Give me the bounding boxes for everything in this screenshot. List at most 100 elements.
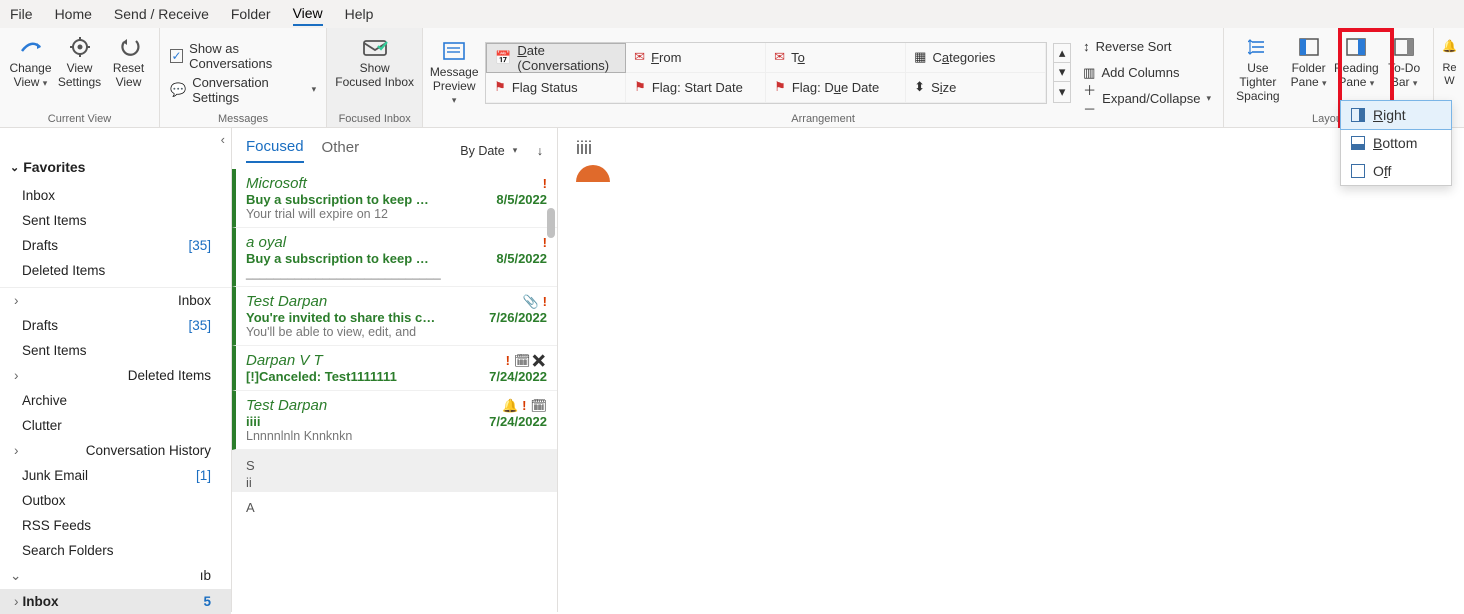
nav-outbox[interactable]: Outbox [0, 488, 231, 513]
arr-flag-due[interactable]: ⚑Flag: Due DateFlag: Due Date [766, 73, 906, 103]
sort-direction-icon[interactable]: ↓ [537, 144, 543, 158]
menu-file[interactable]: File [10, 3, 33, 25]
pane-off-icon [1351, 164, 1365, 178]
add-columns-button[interactable]: ▥ Add Columns [1083, 62, 1211, 84]
mail-item[interactable]: Microsoft!Buy a subscription to keep usi… [232, 169, 557, 228]
mail-sender: Test Darpan [246, 293, 327, 310]
favorites-header[interactable]: ⌄Favorites [0, 151, 231, 183]
folder-pane-button[interactable]: Folder Pane ▾ [1286, 32, 1332, 92]
reading-pane-button[interactable]: Reading Pane ▾ [1331, 32, 1381, 92]
arr-from[interactable]: ✉FromFrom [626, 43, 766, 73]
conversation-settings-button[interactable]: 💬 Conversation Settings ▾ [166, 76, 320, 104]
mail-date: 7/24/2022 [489, 369, 547, 384]
categories-icon: ▦ [914, 49, 926, 65]
arr-to[interactable]: ✉ToTo [766, 43, 906, 73]
fav-drafts[interactable]: Drafts[35] [0, 233, 231, 258]
arr-flag-start[interactable]: ⚑Flag: Start Date [626, 73, 766, 103]
reminders-window-button[interactable]: 🔔 ReW [1440, 32, 1459, 89]
fav-inbox[interactable]: Inbox [0, 183, 231, 208]
menu-view[interactable]: View [293, 2, 323, 26]
tab-focused[interactable]: Focused [246, 138, 304, 163]
scrollbar-thumb[interactable] [547, 208, 555, 238]
reading-pane-right[interactable]: RightRight [1340, 100, 1452, 130]
gear-icon [69, 34, 91, 60]
gallery-more[interactable]: ▾ [1054, 82, 1070, 101]
collapse-nav-icon[interactable]: ‹ [221, 132, 225, 147]
list-tabs: Focused Other By Date ▾ ↓ [232, 128, 557, 163]
nav-conversation-history[interactable]: ›Conversation History [0, 438, 231, 463]
show-focused-inbox-button[interactable]: Show Focused Inbox [333, 32, 416, 92]
reverse-sort-button[interactable]: ↕Reverse Sort [1083, 36, 1211, 58]
mail-item[interactable]: Darpan V T!🗓✖[!]Canceled: Test11111117/2… [232, 346, 557, 391]
arr-flag-status[interactable]: ⚑Flag Status [486, 73, 626, 103]
pane-right-icon [1351, 108, 1365, 122]
change-view-icon [19, 34, 43, 60]
nav-drafts[interactable]: Drafts[35] [0, 313, 231, 338]
use-tighter-spacing-button[interactable]: Use Tighter Spacing [1230, 32, 1286, 105]
mail-date: 7/26/2022 [489, 310, 547, 325]
menu-help[interactable]: Help [345, 3, 374, 25]
nav-deleted-items[interactable]: ›Deleted Items [0, 363, 231, 388]
group-focused-inbox: Show Focused Inbox Focused Inbox [327, 28, 423, 127]
reading-pane-icon [1346, 34, 1366, 60]
mail-sender: Test Darpan [246, 397, 327, 414]
reset-view-label: Reset View [106, 62, 151, 90]
reset-view-button[interactable]: Reset View [104, 32, 153, 92]
group-arrangement-label: Arrangement [429, 113, 1217, 127]
arr-date[interactable]: 📅DDate (Conversations)ate (Conversations… [486, 43, 626, 73]
sort-by-date[interactable]: By Date ▾ ↓ [460, 144, 543, 158]
show-as-conversations-checkbox[interactable]: ✓ Show as Conversations [166, 42, 320, 70]
to-icon: ✉ [774, 49, 785, 65]
avatar [576, 165, 610, 182]
flag-icon: ⚑ [634, 79, 646, 95]
message-preview-button[interactable]: Message Preview ▾ [429, 36, 479, 109]
mail-item[interactable]: a oyal!Buy a subscription to keep usin..… [232, 228, 557, 287]
mail-item[interactable]: Test Darpan🔔!🗓iiii7/24/2022Lnnnnlnln Knn… [232, 391, 557, 450]
mail-item[interactable]: Test Darpan📎!You're invited to share thi… [232, 287, 557, 346]
gallery-up[interactable]: ▴ [1054, 44, 1070, 63]
list-item[interactable]: S ii [232, 450, 557, 492]
change-view-button[interactable]: Change View ▾ [6, 32, 55, 92]
nav-rss-feeds[interactable]: RSS Feeds [0, 513, 231, 538]
nav-account-2[interactable]: ⌄ıb [0, 563, 231, 589]
fav-deleted-items[interactable]: Deleted Items [0, 258, 231, 283]
nav-clutter[interactable]: Clutter [0, 413, 231, 438]
columns-icon: ▥ [1083, 65, 1095, 81]
reading-pane-off[interactable]: OffOff [1341, 157, 1451, 185]
nav-archive[interactable]: Archive [0, 388, 231, 413]
mail-date: 8/5/2022 [496, 192, 547, 207]
menu-folder[interactable]: Folder [231, 3, 271, 25]
menu-send-receive[interactable]: Send / Receive [114, 3, 209, 25]
add-columns-label: Add Columns [1101, 65, 1179, 80]
group-messages-label: Messages [166, 113, 320, 127]
nav-sent-items[interactable]: Sent Items [0, 338, 231, 363]
expand-collapse-button[interactable]: ＋－Expand/Collapse ▾ [1083, 88, 1211, 110]
mail-sender: a oyal [246, 234, 286, 251]
nav-search-folders[interactable]: Search Folders [0, 538, 231, 563]
inbox-check-icon [362, 34, 388, 60]
arrangement-gallery[interactable]: 📅DDate (Conversations)ate (Conversations… [485, 42, 1047, 104]
conversation-settings-label: Conversation Settings [192, 75, 305, 105]
tab-other[interactable]: Other [322, 139, 360, 162]
reading-pane-area: iiii [558, 128, 1464, 612]
fav-sent-items[interactable]: Sent Items [0, 208, 231, 233]
tighter-spacing-label: Use Tighter Spacing [1232, 62, 1284, 103]
importance-icon: ! [522, 398, 526, 413]
view-settings-label: View Settings [57, 62, 102, 90]
arr-size[interactable]: ⬍SizeSize [906, 73, 1046, 103]
view-settings-button[interactable]: View Settings [55, 32, 104, 92]
chevron-down-icon: ⌄ [10, 161, 19, 174]
nav-junk-email[interactable]: Junk Email[1] [0, 463, 231, 488]
mail-preview: Your trial will expire on 12 [246, 207, 547, 221]
list-item[interactable]: A [232, 492, 557, 515]
nav-inbox[interactable]: ›Inbox [0, 288, 231, 313]
arr-categories[interactable]: ▦CategoriesCategories [906, 43, 1046, 73]
menu-home[interactable]: Home [55, 3, 92, 25]
mail-preview: You'll be able to view, edit, and [246, 325, 547, 339]
todo-bar-button[interactable]: To-Do Bar ▾ [1381, 32, 1427, 92]
importance-icon: ! [543, 294, 547, 309]
nav-inbox-2[interactable]: ›Inbox5 [0, 589, 231, 614]
reading-pane-bottom[interactable]: BottomBottom [1341, 129, 1451, 157]
gallery-down[interactable]: ▾ [1054, 63, 1070, 82]
menubar: File Home Send / Receive Folder View Hel… [0, 0, 1464, 28]
